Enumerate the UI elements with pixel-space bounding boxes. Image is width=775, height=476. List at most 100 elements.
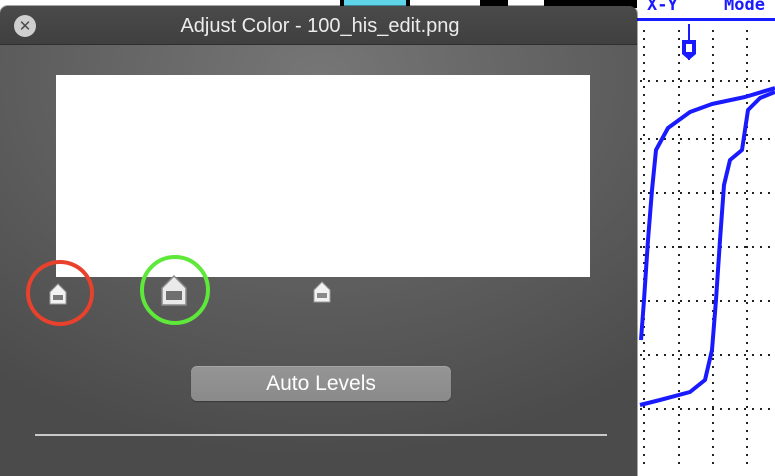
scope-grid-dot: [720, 300, 722, 302]
scope-grid-dot: [648, 408, 650, 410]
scope-grid-dot: [678, 38, 680, 40]
scope-grid-dot: [746, 310, 748, 312]
scope-grid-dot: [746, 326, 748, 328]
scope-grid-dot: [656, 192, 658, 194]
scope-grid-dot: [680, 192, 682, 194]
scope-grid-dot: [712, 230, 714, 232]
divider: [35, 434, 607, 436]
scope-grid-dot: [672, 300, 674, 302]
scope-grid-dot: [712, 62, 714, 64]
scope-grid-dot: [643, 422, 645, 424]
scope-grid-dot: [712, 270, 714, 272]
scope-grid-dot: [643, 110, 645, 112]
scope-grid-dot: [640, 138, 642, 140]
scope-grid-dot: [643, 462, 645, 464]
scope-grid-dot: [752, 354, 754, 356]
scope-grid-dot: [643, 350, 645, 352]
scope-grid-dot: [672, 408, 674, 410]
scope-grid-dot: [678, 422, 680, 424]
scope-grid-dot: [643, 358, 645, 360]
scope-grid-dot: [643, 158, 645, 160]
black-point-slider[interactable]: [47, 282, 69, 306]
scope-grid-dot: [746, 286, 748, 288]
scope-grid-dot: [746, 462, 748, 464]
scope-grid-dot: [664, 300, 666, 302]
adjust-color-panel: ✕ Adjust Color - 100_his_edit.png Auto L…: [0, 6, 637, 476]
scope-grid-dot: [678, 54, 680, 56]
scope-grid-dot: [746, 358, 748, 360]
scope-grid-dot: [678, 406, 680, 408]
scope-grid-dot: [728, 354, 730, 356]
scope-grid-dot: [696, 138, 698, 140]
scope-grid-dot: [678, 198, 680, 200]
scope-grid-dot: [712, 78, 714, 80]
scope-grid-dot: [746, 366, 748, 368]
scope-grid-dot: [746, 142, 748, 144]
scope-grid-dot: [678, 126, 680, 128]
scope-grid-dot: [768, 138, 770, 140]
scope-grid-dot: [746, 350, 748, 352]
scope-grid-dot: [746, 414, 748, 416]
scope-grid-dot: [760, 300, 762, 302]
scope-grid-dot: [746, 294, 748, 296]
scope-grid-dot: [643, 142, 645, 144]
scope-grid-dot: [712, 192, 714, 194]
scope-grid-dot: [712, 142, 714, 144]
scope-grid-dot: [712, 366, 714, 368]
scope-grid-dot: [643, 390, 645, 392]
scope-grid-dot: [680, 246, 682, 248]
scope-grid-dot: [704, 354, 706, 356]
scope-grid-dot: [746, 318, 748, 320]
scope-grid-dot: [744, 246, 746, 248]
scope-grid-dot: [712, 30, 714, 32]
scope-grid-dot: [768, 246, 770, 248]
scope-grid-dot: [746, 230, 748, 232]
scope-grid-dot: [688, 138, 690, 140]
scope-grid-dot: [648, 354, 650, 356]
scope-grid-dot: [712, 38, 714, 40]
scope-grid-dot: [768, 300, 770, 302]
scope-grid-dot: [678, 166, 680, 168]
scope-grid-dot: [712, 238, 714, 240]
scope-grid-dot: [746, 86, 748, 88]
scope-grid-dot: [736, 138, 738, 140]
scope-grid-dot: [656, 80, 658, 82]
scope-grid-dot: [643, 246, 645, 248]
scope-grid-dot: [643, 222, 645, 224]
scope-grid-dot: [744, 300, 746, 302]
scope-grid-dot: [746, 374, 748, 376]
scope-grid-dot: [746, 198, 748, 200]
scope-grid-dot: [643, 78, 645, 80]
white-point-slider[interactable]: [311, 280, 333, 304]
scope-grid-dot: [746, 278, 748, 280]
scope-grid-dot: [752, 138, 754, 140]
window-title: Adjust Color - 100_his_edit.png: [180, 15, 460, 37]
scope-grid-dot: [712, 294, 714, 296]
scope-grid-dot: [678, 462, 680, 464]
histogram-area: [56, 75, 590, 277]
midtone-slider[interactable]: [158, 274, 190, 308]
scope-grid-dot: [712, 54, 714, 56]
scope-grid-dot: [704, 246, 706, 248]
scope-grid-dot: [760, 408, 762, 410]
scope-grid-dot: [688, 80, 690, 82]
scope-grid-dot: [712, 126, 714, 128]
scope-grid-dot: [643, 238, 645, 240]
scope-grid-dot: [672, 192, 674, 194]
scope-grid-dot: [664, 408, 666, 410]
scope-grid-dot: [736, 300, 738, 302]
scope-grid-dot: [678, 142, 680, 144]
scope-grid-dot: [712, 300, 714, 302]
scope-grid-dot: [678, 366, 680, 368]
scope-grid-dot: [712, 462, 714, 464]
scope-grid-dot: [744, 192, 746, 194]
auto-levels-button[interactable]: Auto Levels: [191, 366, 451, 401]
scope-grid-dot: [640, 408, 642, 410]
scope-grid-dot: [746, 302, 748, 304]
scope-grid-dot: [672, 354, 674, 356]
scope-grid-dot: [678, 214, 680, 216]
scope-grid-dot: [746, 150, 748, 152]
scope-grid-dot: [712, 214, 714, 216]
scope-grid-dot: [704, 138, 706, 140]
scope-grid-dot: [664, 354, 666, 356]
